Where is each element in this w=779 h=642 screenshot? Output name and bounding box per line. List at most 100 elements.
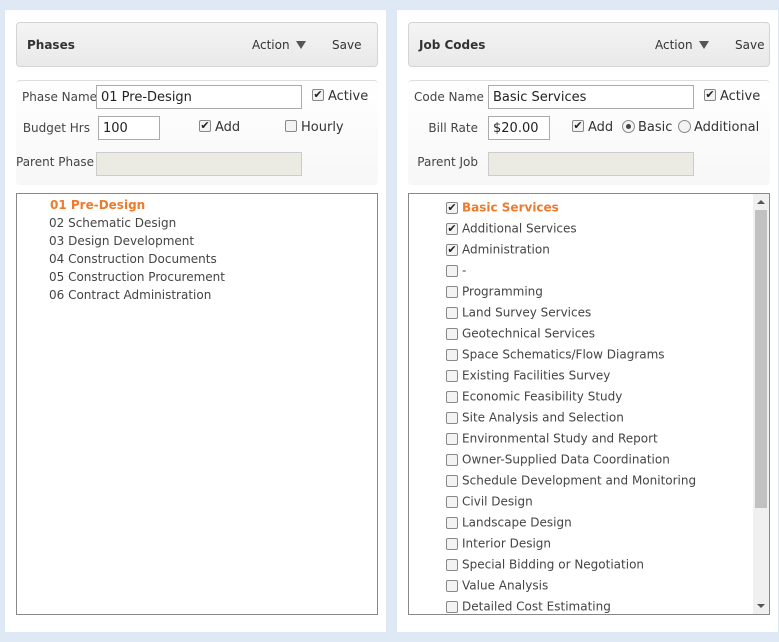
job-list-scrollbar[interactable] xyxy=(753,194,769,614)
job-code-list-item[interactable]: - xyxy=(446,263,466,279)
phases-save-button[interactable]: Save xyxy=(332,38,361,52)
scroll-up-icon[interactable] xyxy=(757,200,765,204)
job-code-list-item[interactable]: Existing Facilities Survey xyxy=(446,368,610,384)
job-code-list-item[interactable]: Land Survey Services xyxy=(446,305,591,321)
job-codes-panel: Job Codes Action Save Code Name Active B… xyxy=(397,10,778,632)
phases-form: Phase Name Active Budget Hrs Add Hourly … xyxy=(16,80,378,185)
job-codes-title: Job Codes xyxy=(419,38,486,52)
job-code-list-item[interactable]: Environmental Study and Report xyxy=(446,431,658,447)
basic-radio[interactable] xyxy=(622,120,635,133)
phase-hourly-label: Hourly xyxy=(301,120,344,135)
job-code-list-item[interactable]: Geotechnical Services xyxy=(446,326,595,342)
job-code-checkbox[interactable] xyxy=(446,432,458,445)
phase-list-item[interactable]: 05 Construction Procurement xyxy=(49,270,225,284)
job-code-label: Environmental Study and Report xyxy=(462,431,658,446)
job-code-list-item[interactable]: Additional Services xyxy=(446,221,577,237)
job-code-checkbox[interactable] xyxy=(446,558,458,571)
job-code-list-item[interactable]: Detailed Cost Estimating xyxy=(446,599,611,614)
job-code-list-item[interactable]: Civil Design xyxy=(446,494,533,510)
job-code-list-item[interactable]: Economic Feasibility Study xyxy=(446,389,622,405)
job-add-checkbox[interactable] xyxy=(572,120,584,132)
job-code-checkbox[interactable] xyxy=(446,390,458,403)
job-code-checkbox[interactable] xyxy=(446,201,458,214)
job-code-checkbox[interactable] xyxy=(446,495,458,508)
phase-name-input[interactable] xyxy=(96,85,302,109)
phase-name-label: Phase Name xyxy=(22,90,98,104)
phase-list-item[interactable]: 04 Construction Documents xyxy=(49,252,217,266)
job-code-checkbox[interactable] xyxy=(446,516,458,529)
phase-list[interactable]: 01 Pre-Design 02 Schematic Design 03 Desig… xyxy=(16,193,378,615)
job-code-checkbox[interactable] xyxy=(446,348,458,361)
job-codes-save-button[interactable]: Save xyxy=(735,38,764,52)
job-codes-action-label: Action xyxy=(655,38,693,52)
job-codes-action-button[interactable]: Action xyxy=(655,38,709,52)
job-active-label: Active xyxy=(720,89,761,104)
additional-radio[interactable] xyxy=(678,120,691,133)
job-code-list-item[interactable]: Site Analysis and Selection xyxy=(446,410,624,426)
job-code-label: Site Analysis and Selection xyxy=(462,410,624,425)
phases-action-button[interactable]: Action xyxy=(252,38,306,52)
job-add-label: Add xyxy=(588,120,614,135)
job-code-list-item[interactable]: Landscape Design xyxy=(446,515,572,531)
job-code-checkbox[interactable] xyxy=(446,222,458,235)
budget-hrs-label: Budget Hrs xyxy=(22,121,90,135)
job-code-label: Basic Services xyxy=(462,200,559,215)
job-code-checkbox[interactable] xyxy=(446,579,458,592)
job-code-label: Administration xyxy=(462,242,550,257)
job-code-checkbox[interactable] xyxy=(446,453,458,466)
job-code-label: Schedule Development and Monitoring xyxy=(462,473,697,488)
job-code-checkbox[interactable] xyxy=(446,264,458,277)
phases-action-label: Action xyxy=(252,38,290,52)
job-code-checkbox[interactable] xyxy=(446,327,458,340)
job-active-checkbox[interactable] xyxy=(704,89,716,101)
job-code-checkbox[interactable] xyxy=(446,474,458,487)
job-code-list[interactable]: Basic Services Additional Services Adminis… xyxy=(408,193,770,615)
phase-list-item[interactable]: 02 Schematic Design xyxy=(49,216,176,230)
job-code-checkbox[interactable] xyxy=(446,369,458,382)
job-codes-header: Job Codes Action Save xyxy=(408,22,770,67)
job-code-list-item[interactable]: Schedule Development and Monitoring xyxy=(446,473,696,489)
job-code-checkbox[interactable] xyxy=(446,537,458,550)
code-name-label: Code Name xyxy=(414,90,484,104)
phase-list-item[interactable]: 01 Pre-Design xyxy=(50,198,145,212)
job-code-label: Geotechnical Services xyxy=(462,326,595,341)
job-code-label: Value Analysis xyxy=(462,578,549,593)
job-code-list-item[interactable]: Value Analysis xyxy=(446,578,548,594)
job-code-list-item[interactable]: Administration xyxy=(446,242,550,258)
job-code-list-item[interactable]: Interior Design xyxy=(446,536,551,552)
phase-hourly-checkbox[interactable] xyxy=(285,120,297,132)
job-code-checkbox[interactable] xyxy=(446,285,458,298)
job-code-list-item[interactable]: Basic Services xyxy=(446,200,559,216)
caret-down-icon xyxy=(295,40,306,49)
phase-list-item[interactable]: 03 Design Development xyxy=(49,234,194,248)
job-code-label: Interior Design xyxy=(462,536,552,551)
job-code-checkbox[interactable] xyxy=(446,243,458,256)
job-code-label: - xyxy=(462,263,467,278)
bill-rate-input[interactable] xyxy=(488,116,550,140)
phase-list-item[interactable]: 06 Contract Administration xyxy=(49,288,211,302)
code-name-input[interactable] xyxy=(488,85,694,109)
job-code-label: Space Schematics/Flow Diagrams xyxy=(462,347,665,362)
job-code-list-item[interactable]: Special Bidding or Negotiation xyxy=(446,557,644,573)
job-code-label: Detailed Cost Estimating xyxy=(462,599,611,614)
parent-job-input xyxy=(488,152,694,176)
budget-hrs-input[interactable] xyxy=(98,116,160,140)
job-code-label: Existing Facilities Survey xyxy=(462,368,611,383)
phases-header: Phases Action Save xyxy=(16,22,378,67)
job-code-checkbox[interactable] xyxy=(446,306,458,319)
job-code-checkbox[interactable] xyxy=(446,411,458,424)
phase-active-checkbox[interactable] xyxy=(312,89,324,101)
phase-add-checkbox[interactable] xyxy=(199,120,211,132)
bill-rate-label: Bill Rate xyxy=(428,121,478,135)
parent-phase-label: Parent Phase xyxy=(16,155,95,169)
job-code-list-item[interactable]: Programming xyxy=(446,284,543,300)
job-code-list-item[interactable]: Space Schematics/Flow Diagrams xyxy=(446,347,665,363)
parent-job-label: Parent Job xyxy=(417,155,478,169)
job-code-list-item[interactable]: Owner-Supplied Data Coordination xyxy=(446,452,670,468)
job-code-label: Civil Design xyxy=(462,494,533,509)
job-code-checkbox[interactable] xyxy=(446,600,458,613)
phases-panel: Phases Action Save Phase Name Active Bud… xyxy=(5,10,386,632)
scroll-thumb[interactable] xyxy=(755,210,767,508)
job-code-label: Owner-Supplied Data Coordination xyxy=(462,452,670,467)
scroll-down-icon[interactable] xyxy=(757,604,765,608)
